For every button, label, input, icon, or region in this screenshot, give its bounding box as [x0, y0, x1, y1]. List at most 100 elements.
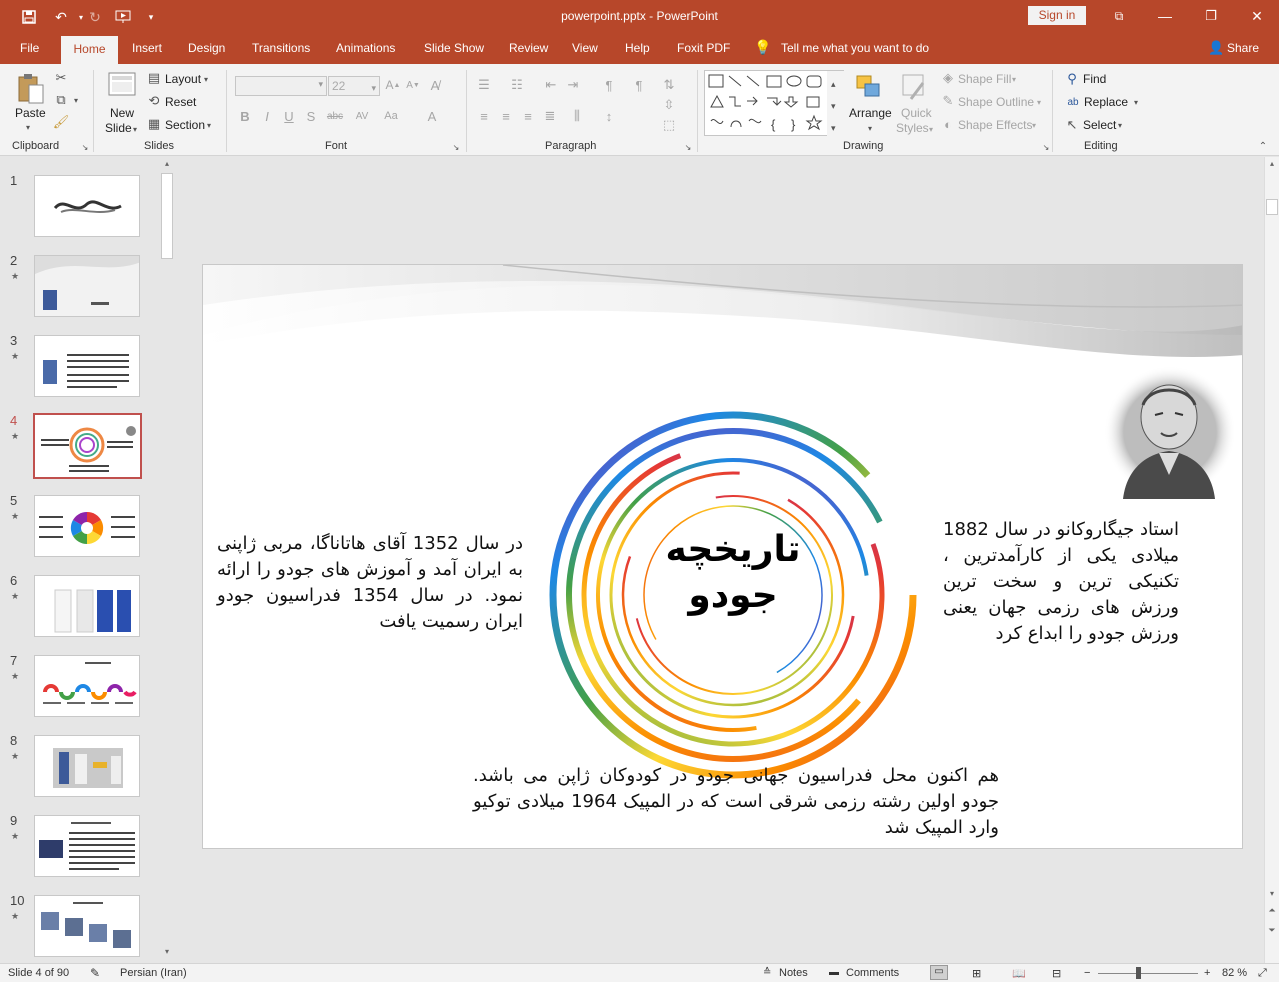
drawing-launcher-icon[interactable]: ↘ — [1042, 142, 1050, 152]
select-dropdown-icon[interactable]: ▾ — [1116, 118, 1124, 132]
paste-button[interactable]: Paste — [15, 106, 46, 120]
slide-thumbnail-2[interactable] — [34, 255, 140, 317]
shape-outline-button[interactable]: Shape Outline — [958, 95, 1034, 109]
align-left-icon[interactable]: ≡ — [475, 107, 493, 125]
reset-icon[interactable]: ⟲ — [146, 93, 162, 108]
restore-icon[interactable]: ❐ — [1196, 6, 1226, 26]
line-spacing-icon[interactable]: ↕ — [600, 107, 618, 125]
clear-formatting-icon[interactable]: A̸ — [426, 76, 444, 94]
find-button[interactable]: Find — [1083, 72, 1106, 86]
section-icon[interactable]: ▦ — [146, 116, 162, 131]
scrollbar-thumb[interactable] — [1266, 199, 1278, 215]
section-button[interactable]: Section — [165, 118, 205, 132]
replace-icon[interactable]: ab — [1064, 94, 1082, 110]
underline-icon[interactable]: U — [282, 107, 296, 125]
right-paragraph[interactable]: استاد جیگاروکانو در سال 1882 میلادی یکی … — [943, 517, 1179, 647]
quick-styles-label-2[interactable]: Styles — [896, 121, 929, 135]
slide-thumbnail-8[interactable] — [34, 735, 140, 797]
change-case-icon[interactable]: Aa — [380, 107, 402, 125]
rtl-icon[interactable]: ¶ — [630, 76, 648, 94]
justify-icon[interactable]: ≣ — [541, 107, 559, 125]
zoom-out-icon[interactable]: − — [1084, 967, 1090, 979]
comments-button[interactable]: Comments — [846, 967, 899, 979]
scrollbar-thumb[interactable] — [161, 173, 173, 259]
text-shadow-icon[interactable]: S — [304, 107, 318, 125]
font-color-icon[interactable]: A — [424, 107, 440, 125]
slide-thumbnail-4[interactable] — [33, 413, 142, 479]
layout-button[interactable]: Layout — [165, 72, 201, 86]
tab-foxit-pdf[interactable]: Foxit PDF — [677, 41, 730, 55]
reading-view-icon[interactable]: 📖 — [1012, 967, 1026, 980]
columns-icon[interactable]: ⫼ — [568, 107, 586, 125]
language-indicator[interactable]: Persian (Iran) — [120, 967, 187, 979]
paste-icon[interactable] — [14, 70, 46, 106]
thumbnails-scrollbar[interactable]: ▴ ▾ — [160, 157, 174, 963]
slide-thumbnail-1[interactable] — [34, 175, 140, 237]
zoom-slider-thumb[interactable] — [1136, 967, 1141, 979]
slide-thumbnail-9[interactable] — [34, 815, 140, 877]
decrease-font-size-icon[interactable]: A ▼ — [405, 76, 421, 94]
replace-dropdown-icon[interactable]: ▾ — [1132, 95, 1140, 109]
notes-icon[interactable]: ≙ — [763, 967, 771, 978]
spell-check-icon[interactable]: ✎ — [90, 966, 100, 980]
scroll-up-icon[interactable]: ▴ — [162, 159, 172, 169]
shape-outline-dropdown-icon[interactable]: ▾ — [1035, 95, 1043, 109]
italic-icon[interactable]: I — [260, 107, 274, 125]
new-slide-label-2[interactable]: Slide — [105, 121, 132, 135]
arrange-button[interactable]: Arrange — [849, 106, 892, 120]
tab-review[interactable]: Review — [509, 41, 548, 55]
increase-indent-icon[interactable]: ⇥ — [564, 76, 582, 94]
shape-fill-button[interactable]: Shape Fill — [958, 72, 1011, 86]
align-text-icon[interactable]: ⇳ — [660, 96, 678, 114]
left-paragraph[interactable]: در سال 1352 آقای هاتاناگا، مربی ژاپنی به… — [217, 531, 523, 635]
fit-slide-icon[interactable]: ⤢ — [1258, 967, 1267, 980]
tab-file[interactable]: File — [20, 41, 39, 55]
slideshow-view-icon[interactable]: ⊟ — [1052, 967, 1061, 980]
slide-thumbnail-10[interactable] — [34, 895, 140, 957]
normal-view-icon[interactable]: ▭ — [930, 965, 948, 980]
sign-in-button[interactable]: Sign in — [1028, 6, 1086, 25]
arrange-dropdown-icon[interactable]: ▾ — [865, 122, 875, 134]
copy-dropdown-icon[interactable]: ▾ — [72, 92, 80, 108]
slide-thumbnail-6[interactable] — [34, 575, 140, 637]
shape-fill-dropdown-icon[interactable]: ▾ — [1010, 72, 1018, 86]
find-icon[interactable]: ⚲ — [1064, 71, 1080, 87]
new-slide-icon[interactable] — [105, 70, 139, 100]
layout-icon[interactable]: ▤ — [146, 70, 162, 85]
smartart-icon[interactable]: ⬚ — [660, 116, 678, 134]
align-right-icon[interactable]: ≡ — [519, 107, 537, 125]
tab-transitions[interactable]: Transitions — [252, 41, 310, 55]
slide-title[interactable]: تاریخچه جودو — [623, 527, 843, 619]
paragraph-launcher-icon[interactable]: ↘ — [684, 142, 692, 152]
tab-insert[interactable]: Insert — [132, 41, 162, 55]
font-name-dropdown-icon[interactable]: ▾ — [318, 79, 323, 90]
replace-button[interactable]: Replace — [1084, 95, 1128, 109]
increase-font-size-icon[interactable]: A ▲ — [385, 76, 401, 94]
close-icon[interactable]: ✕ — [1242, 6, 1272, 26]
shape-fill-icon[interactable]: ◈ — [940, 70, 956, 86]
strikethrough-icon[interactable]: abc — [324, 107, 346, 125]
layout-dropdown-icon[interactable]: ▾ — [202, 72, 210, 86]
clipboard-launcher-icon[interactable]: ↘ — [81, 142, 89, 152]
tell-me-search[interactable]: Tell me what you want to do — [781, 41, 929, 55]
bold-icon[interactable]: B — [238, 107, 252, 125]
shape-outline-icon[interactable]: ✎ — [940, 93, 956, 109]
notes-button[interactable]: Notes — [779, 967, 808, 979]
font-size-combo[interactable]: 22 ▾ — [328, 76, 380, 96]
slide-sorter-icon[interactable]: ⊞ — [972, 967, 981, 980]
scroll-up-icon[interactable]: ▴ — [1267, 159, 1277, 168]
current-slide[interactable]: تاریخچه جودو در سال 1352 آقای هاتاناگا، … — [202, 264, 1243, 849]
quick-styles-dropdown-icon[interactable]: ▾ — [927, 122, 935, 136]
tab-home[interactable]: Home — [61, 36, 118, 64]
font-name-combo[interactable]: ▾ — [235, 76, 327, 96]
previous-slide-icon[interactable]: ⏶ — [1266, 905, 1278, 916]
slide-vertical-scrollbar[interactable]: ▴ ▾ ⏶ ⏷ — [1264, 157, 1279, 963]
section-dropdown-icon[interactable]: ▾ — [205, 118, 213, 132]
new-slide-label-1[interactable]: New — [110, 106, 134, 120]
shape-effects-dropdown-icon[interactable]: ▾ — [1030, 118, 1038, 132]
tab-animations[interactable]: Animations — [336, 41, 395, 55]
bottom-paragraph[interactable]: هم اکنون محل فدراسیون جهانی جودو در کودو… — [473, 763, 999, 841]
slide-thumbnail-5[interactable] — [34, 495, 140, 557]
decrease-indent-icon[interactable]: ⇤ — [542, 76, 560, 94]
collapse-ribbon-icon[interactable]: ⌃ — [1256, 140, 1270, 152]
